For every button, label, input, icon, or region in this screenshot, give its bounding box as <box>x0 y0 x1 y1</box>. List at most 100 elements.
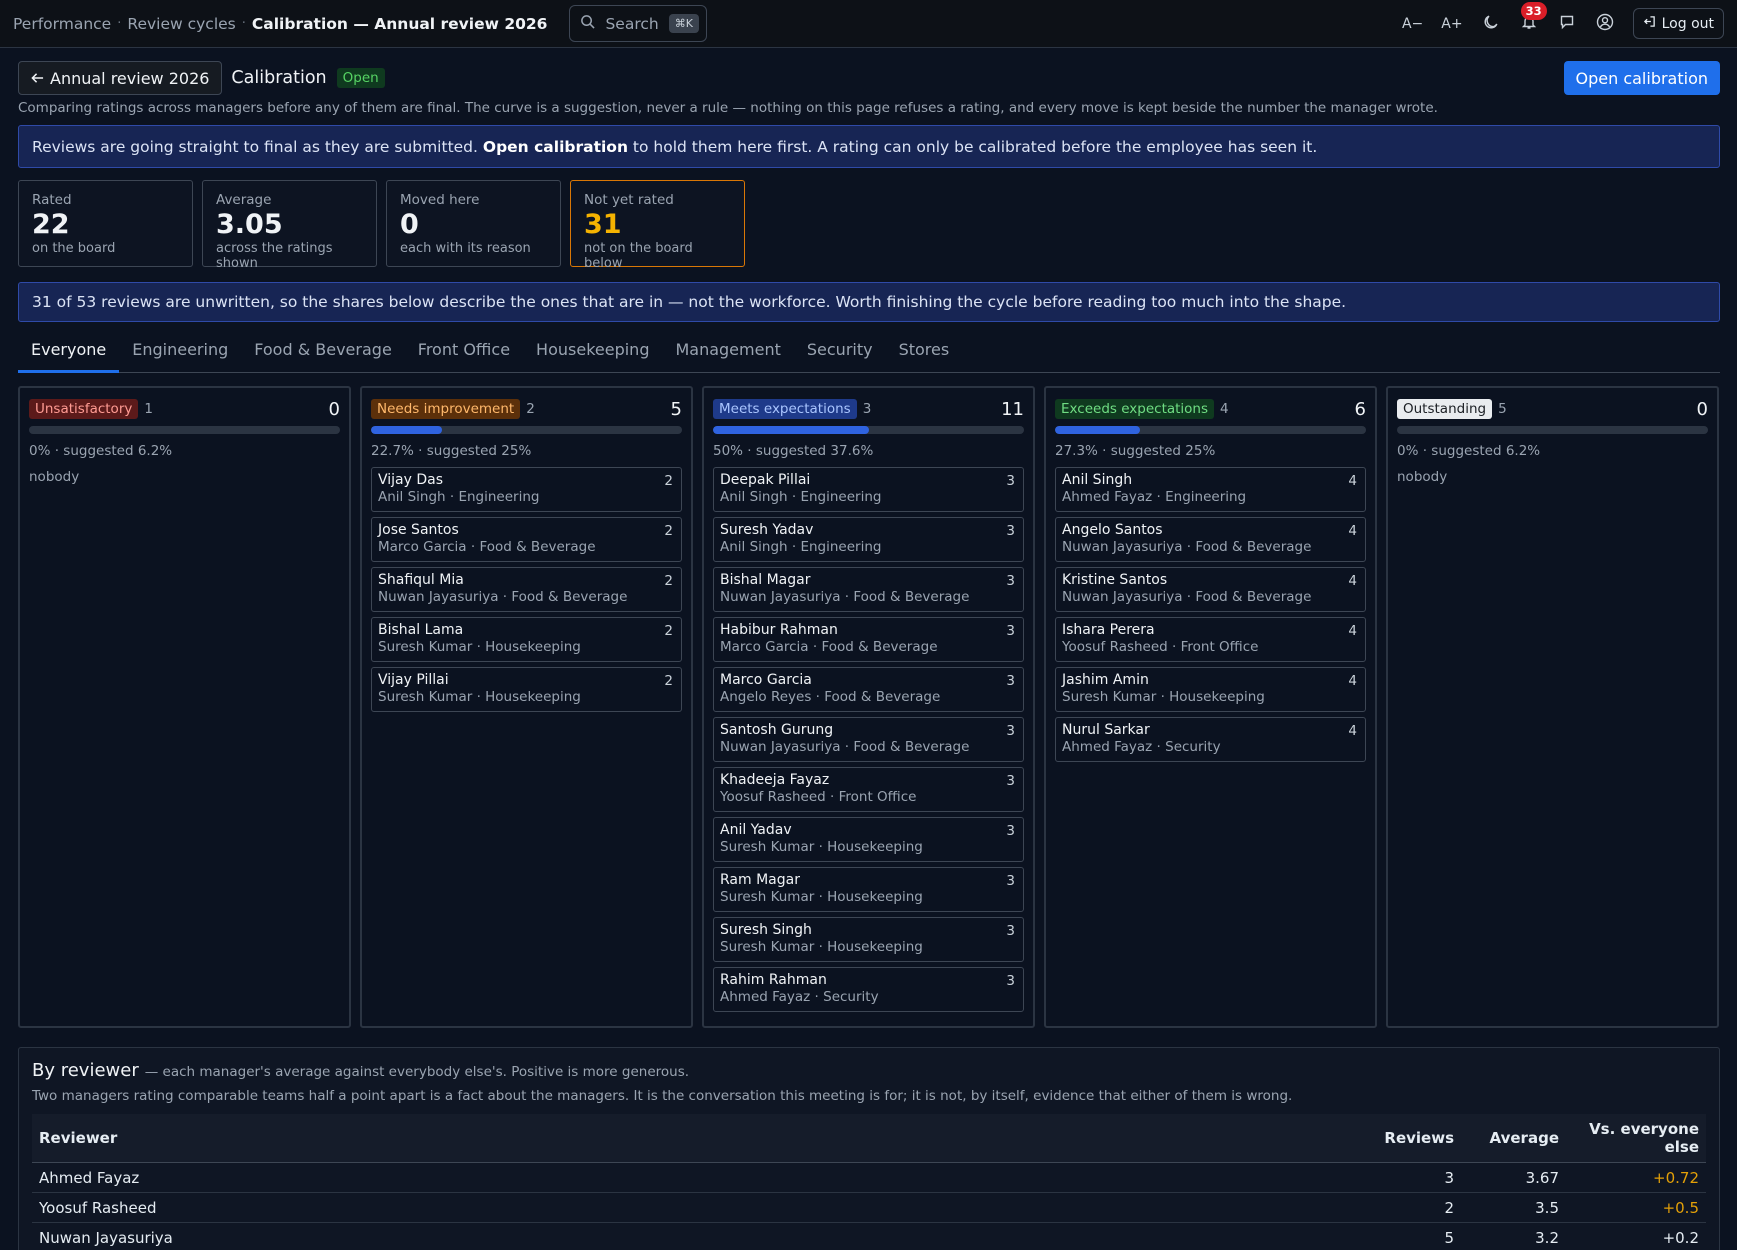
rating-number: 5 <box>1498 401 1507 417</box>
font-increase-button[interactable]: A+ <box>1441 16 1462 32</box>
employee-card[interactable]: Bishal Magar Nuwan Jayasuriya · Food & Be… <box>713 567 1024 612</box>
messages-button[interactable] <box>1557 14 1577 34</box>
logout-button[interactable]: Log out <box>1632 8 1724 39</box>
stat-value: 22 <box>32 209 70 240</box>
employee-card[interactable]: Khadeeja Fayaz Yoosuf Rasheed · Front Off… <box>713 767 1024 812</box>
top-bar: Performance · Review cycles · Calibratio… <box>0 0 1737 48</box>
breadcrumb-review-cycles[interactable]: Review cycles <box>127 15 235 33</box>
stat-rated: Rated 22 on the board <box>18 180 193 267</box>
employee-card[interactable]: Nurul Sarkar Ahmed Fayaz · Security 4 <box>1055 717 1366 762</box>
employee-card[interactable]: Anil Singh Ahmed Fayaz · Engineering 4 <box>1055 467 1366 512</box>
employee-rating: 2 <box>664 623 673 639</box>
employee-rating: 2 <box>664 673 673 689</box>
employee-rating: 3 <box>1006 573 1015 589</box>
employee-card[interactable]: Vijay Pillai Suresh Kumar · Housekeeping 2 <box>371 667 682 712</box>
employee-card[interactable]: Angelo Santos Nuwan Jayasuriya · Food & B… <box>1055 517 1366 562</box>
employee-name: Bishal Lama <box>378 622 464 638</box>
employee-card[interactable]: Jose Santos Marco Garcia · Food & Beverag… <box>371 517 682 562</box>
column-header-reviews[interactable]: Reviews <box>1341 1114 1461 1163</box>
stat-value: 0 <box>400 209 419 240</box>
reviewer-name: Nuwan Jayasuriya <box>32 1222 1341 1250</box>
employee-card[interactable]: Ram Magar Suresh Kumar · Housekeeping 3 <box>713 867 1024 912</box>
employee-name: Deepak Pillai <box>720 472 811 488</box>
employee-rating: 3 <box>1006 873 1015 889</box>
stat-label: Average <box>216 192 272 208</box>
employee-manager-dept: Marco Garcia · Food & Beverage <box>720 639 938 655</box>
notifications-button[interactable]: 33 <box>1519 1 1547 34</box>
employee-rating: 3 <box>1006 823 1015 839</box>
employee-card[interactable]: Rahim Rahman Ahmed Fayaz · Security 3 <box>713 967 1024 1012</box>
column-header-reviewer[interactable]: Reviewer <box>32 1114 1341 1163</box>
tab-front-office[interactable]: Front Office <box>405 340 523 373</box>
font-decrease-button[interactable]: A− <box>1402 16 1423 32</box>
reviewer-reviews: 2 <box>1341 1192 1461 1223</box>
employee-card[interactable]: Anil Yadav Suresh Kumar · Housekeeping 3 <box>713 817 1024 862</box>
open-calibration-button[interactable]: Open calibration <box>1563 61 1720 95</box>
column-header: Meets expectations 3 11 <box>713 397 1024 421</box>
rating-column[interactable]: Outstanding 5 0 0% · suggested 6.2% nobody <box>1386 386 1719 1028</box>
reviewer-average: 3.67 <box>1461 1162 1566 1193</box>
search-label: Search <box>605 14 659 33</box>
employee-card[interactable]: Suresh Singh Suresh Kumar · Housekeeping 3 <box>713 917 1024 962</box>
rating-number: 2 <box>526 401 535 417</box>
rating-column[interactable]: Meets expectations 3 11 50% · suggested 37.… <box>702 386 1035 1028</box>
breadcrumb-current: Calibration — Annual review 2026 <box>251 14 548 33</box>
tab-stores[interactable]: Stores <box>886 340 963 373</box>
employee-name: Nurul Sarkar <box>1062 722 1150 738</box>
unwritten-banner: 31 of 53 reviews are unwritten, so the s… <box>18 282 1720 322</box>
employee-manager-dept: Suresh Kumar · Housekeeping <box>378 639 581 655</box>
share-bar <box>29 426 340 434</box>
search-button[interactable]: Search ⌘K <box>569 5 708 42</box>
employee-card[interactable]: Deepak Pillai Anil Singh · Engineering 3 <box>713 467 1024 512</box>
employee-card[interactable]: Santosh Gurung Nuwan Jayasuriya · Food & … <box>713 717 1024 762</box>
employee-card[interactable]: Marco Garcia Angelo Reyes · Food & Bevera… <box>713 667 1024 712</box>
employee-name: Suresh Singh <box>720 922 812 938</box>
stat-label: Rated <box>32 192 72 208</box>
reviewer-delta: +0.72 <box>1566 1162 1706 1193</box>
employee-card[interactable]: Vijay Das Anil Singh · Engineering 2 <box>371 467 682 512</box>
employee-manager-dept: Suresh Kumar · Housekeeping <box>1062 689 1265 705</box>
employee-name: Ishara Perera <box>1062 622 1155 638</box>
column-header-average[interactable]: Average <box>1461 1114 1566 1163</box>
rating-column[interactable]: Unsatisfactory 1 0 0% · suggested 6.2% nobod… <box>18 386 351 1028</box>
employee-card[interactable]: Suresh Yadav Anil Singh · Engineering 3 <box>713 517 1024 562</box>
employee-rating: 3 <box>1006 673 1015 689</box>
employee-card[interactable]: Shafiqul Mia Nuwan Jayasuriya · Food & Be… <box>371 567 682 612</box>
breadcrumb-separator: · <box>117 16 122 31</box>
employee-name: Bishal Magar <box>720 572 811 588</box>
unwritten-banner-text: 31 of 53 reviews are unwritten, so the s… <box>32 293 1347 311</box>
employee-card[interactable]: Habibur Rahman Marco Garcia · Food & Beve… <box>713 617 1024 662</box>
reviewer-delta: +0.2 <box>1566 1222 1706 1250</box>
employee-card[interactable]: Bishal Lama Suresh Kumar · Housekeeping 2 <box>371 617 682 662</box>
tab-food-beverage[interactable]: Food & Beverage <box>241 340 405 373</box>
tab-engineering[interactable]: Engineering <box>119 340 241 373</box>
tab-security[interactable]: Security <box>794 340 886 373</box>
calibration-board: Unsatisfactory 1 0 0% · suggested 6.2% nobod… <box>18 386 1720 1032</box>
table-row: Yoosuf Rasheed 2 3.5 +0.5 <box>32 1192 1706 1223</box>
employee-name: Santosh Gurung <box>720 722 834 738</box>
empty-text: nobody <box>29 469 80 485</box>
employee-card[interactable]: Ishara Perera Yoosuf Rasheed · Front Offi… <box>1055 617 1366 662</box>
employee-card[interactable]: Jashim Amin Suresh Kumar · Housekeeping 4 <box>1055 667 1366 712</box>
back-button[interactable]: Annual review 2026 <box>18 61 223 95</box>
department-tabs: Everyone Engineering Food & Beverage Fro… <box>18 340 1720 373</box>
dark-mode-toggle[interactable] <box>1481 14 1501 34</box>
empty-text: nobody <box>1397 469 1448 485</box>
share-bar-fill <box>713 426 869 434</box>
employee-name: Anil Singh <box>1062 472 1133 488</box>
employee-card[interactable]: Kristine Santos Nuwan Jayasuriya · Food &… <box>1055 567 1366 612</box>
tab-management[interactable]: Management <box>662 340 793 373</box>
by-reviewer-description: — each manager's average against everybo… <box>144 1064 690 1080</box>
rating-column[interactable]: Needs improvement 2 5 22.7% · suggested 25%… <box>360 386 693 1028</box>
arrow-left-icon <box>31 69 44 88</box>
breadcrumb-performance[interactable]: Performance <box>13 15 111 33</box>
reviewer-reviews: 3 <box>1341 1162 1461 1193</box>
tab-everyone[interactable]: Everyone <box>18 340 120 373</box>
employee-rating: 2 <box>664 523 673 539</box>
employee-manager-dept: Ahmed Fayaz · Security <box>1062 739 1221 755</box>
tab-housekeeping[interactable]: Housekeeping <box>523 340 662 373</box>
rating-column[interactable]: Exceeds expectations 4 6 27.3% · suggested … <box>1044 386 1377 1028</box>
column-header: Exceeds expectations 4 6 <box>1055 397 1366 421</box>
column-header-vs-everyone[interactable]: Vs. everyone else <box>1566 1114 1706 1163</box>
profile-button[interactable] <box>1595 13 1615 35</box>
